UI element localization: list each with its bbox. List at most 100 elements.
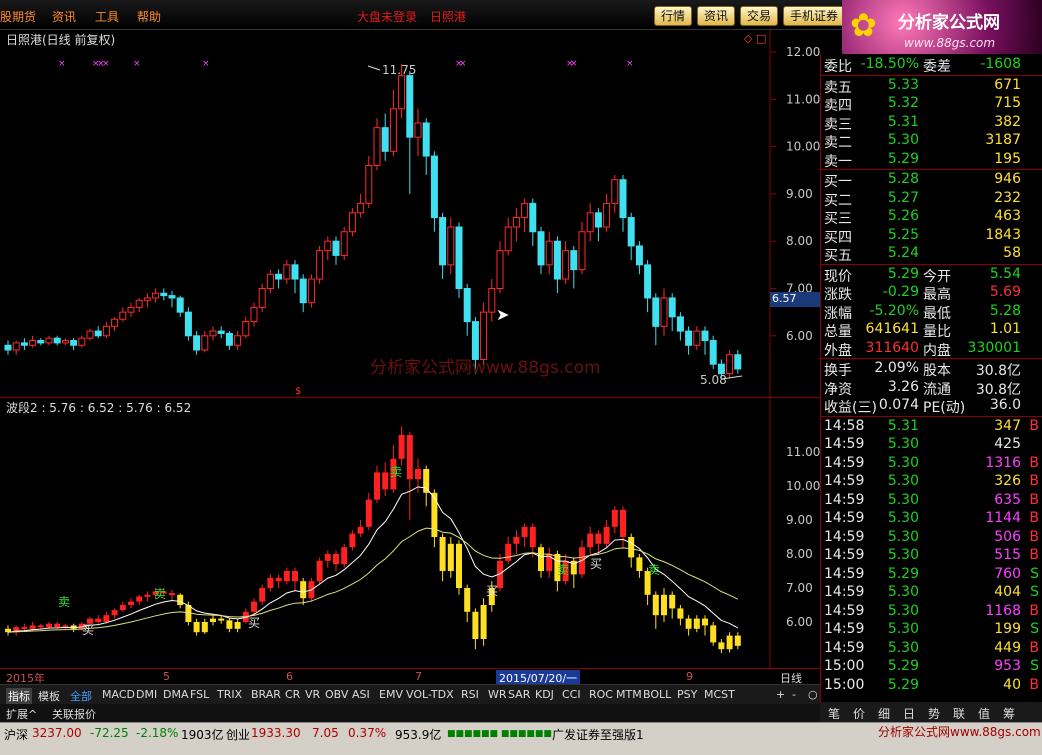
candlestick-chart[interactable]: 12.0011.0010.009.008.007.006.00× ××× × × ×× ×… <box>0 30 820 398</box>
band-bar <box>382 472 389 490</box>
tab-rsi[interactable]: RSI <box>461 688 479 701</box>
tab-fsl[interactable]: FSL <box>190 688 209 701</box>
tab-dmi[interactable]: DMI <box>136 688 157 701</box>
band-bar <box>415 469 421 480</box>
candle-body <box>234 335 242 346</box>
candle-body <box>258 288 266 308</box>
tab-mtm[interactable]: MTM <box>616 688 642 701</box>
band-bar <box>201 622 208 633</box>
tab-extend[interactable]: 扩展^ <box>6 706 37 722</box>
date-label: 7 <box>415 670 422 683</box>
quote-button[interactable]: 行情 <box>654 6 693 26</box>
label: 卖四 <box>824 98 852 114</box>
candle-body <box>488 288 496 313</box>
tab-related-quotes[interactable]: 关联报价 <box>52 706 96 722</box>
price-chart-pane[interactable]: 12.00 11.00 10.00 9.00 8.00 7.00 6.00 × × × × × × × × ×… <box>0 30 820 398</box>
tab-emv[interactable]: EMV <box>379 688 403 701</box>
tab-指标[interactable]: 指标 <box>6 688 32 704</box>
candle-body <box>463 288 471 323</box>
band-bar <box>505 543 512 561</box>
site-logo: ✿ 分析家公式网 www.88gs.com <box>842 0 1042 54</box>
candle-body <box>553 240 561 280</box>
band-bar <box>726 635 733 650</box>
tick-side: B <box>1029 676 1039 693</box>
tick-volume: 1168 <box>985 602 1021 619</box>
tab-psy[interactable]: PSY <box>677 688 697 701</box>
quote-tab-3[interactable]: 日 <box>903 705 915 722</box>
sh-index-value: 3237.00 <box>32 726 82 740</box>
indicator-pane[interactable]: 11.00 10.00 9.00 8.00 7.00 6.00 卖卖卖卖卖买买买买 波段2 … <box>0 398 820 668</box>
band-bar <box>669 594 676 609</box>
dollar-icon: $ <box>295 386 301 397</box>
tab-kdj[interactable]: KDJ <box>535 688 554 701</box>
menu-item-help[interactable]: 帮助 <box>137 8 161 25</box>
quote-tab-7[interactable]: 筹 <box>1003 705 1015 722</box>
label: 买二 <box>824 192 852 209</box>
candle-body <box>644 264 652 299</box>
tab-dma[interactable]: DMA <box>163 688 189 701</box>
tab-模板[interactable]: 模板 <box>38 688 60 704</box>
tab-vr[interactable]: VR <box>305 688 320 701</box>
quote-tab-0[interactable]: 笔 <box>828 705 840 722</box>
menu-item-tools[interactable]: 工具 <box>95 8 119 25</box>
tick-row: 15:00 5.29 40 B <box>821 677 1042 695</box>
mobile-button[interactable]: 手机证券 <box>783 6 846 26</box>
band-bar <box>529 526 536 548</box>
candle-body <box>570 250 578 271</box>
candle-body <box>422 122 430 157</box>
quote-tab-2[interactable]: 细 <box>878 705 890 722</box>
tab-asi[interactable]: ASI <box>352 688 370 701</box>
candle-body <box>594 212 602 228</box>
sh-index-amount: 1903亿 <box>181 728 224 742</box>
axis-tick-label: 6.00 <box>786 329 813 343</box>
candle-body <box>693 330 701 346</box>
quote-tab-1[interactable]: 价 <box>853 705 865 722</box>
label: 今开 <box>923 268 951 285</box>
sell-level-row: 卖五 5.33 671 <box>821 77 1042 96</box>
tab-roc[interactable]: ROC <box>589 688 613 701</box>
reset-button[interactable]: ○ <box>808 688 818 701</box>
indicator-chart[interactable]: 11.0010.009.008.007.006.00卖卖卖卖 卖买 买买买 <box>0 398 820 668</box>
tick-volume: 506 <box>994 528 1021 545</box>
tab-macd[interactable]: MACD <box>102 688 135 701</box>
value: 330001 <box>967 339 1021 356</box>
tab-mcst[interactable]: MCST <box>704 688 735 701</box>
candle-body <box>734 354 742 370</box>
signal-mark: × <box>102 59 110 69</box>
candle-body <box>586 212 594 233</box>
price: 5.28 <box>887 171 919 187</box>
quote-tab-5[interactable]: 联 <box>953 705 965 722</box>
quote-tab-6[interactable]: 值 <box>978 705 990 722</box>
trade-button[interactable]: 交易 <box>740 6 779 26</box>
tab-brar[interactable]: BRAR <box>251 688 281 701</box>
tab-cr[interactable]: CR <box>285 688 300 701</box>
tab-boll[interactable]: BOLL <box>643 688 671 701</box>
tab-vol-tdx[interactable]: VOL-TDX <box>406 688 454 701</box>
tick-time: 14:59 <box>824 528 865 545</box>
menu-item-news[interactable]: 资讯 <box>52 8 76 25</box>
tab-cci[interactable]: CCI <box>562 688 581 701</box>
price: 5.30 <box>887 132 919 148</box>
news-button[interactable]: 资讯 <box>697 6 736 26</box>
candle-body <box>307 278 315 304</box>
broker-name: 广发证券至强版1 <box>552 728 644 742</box>
value: 311640 <box>865 339 919 356</box>
zoom-out-button[interactable]: - <box>792 688 796 701</box>
label: 卖三 <box>824 116 852 133</box>
tab-obv[interactable]: OBV <box>325 688 348 701</box>
tab-trix[interactable]: TRIX <box>217 688 242 701</box>
zoom-in-button[interactable]: + <box>776 688 785 701</box>
band-bar <box>341 547 348 565</box>
tab-sar[interactable]: SAR <box>508 688 530 701</box>
tick-time: 14:58 <box>824 417 865 434</box>
quote-tab-4[interactable]: 势 <box>928 705 940 722</box>
tab-wr[interactable]: WR <box>488 688 507 701</box>
tick-side: S <box>1030 584 1039 600</box>
cy-index-label: 创业 <box>226 728 251 742</box>
candle-body <box>389 108 397 152</box>
tab-全部[interactable]: 全部 <box>70 688 92 704</box>
candle-body <box>332 240 340 256</box>
login-status[interactable]: 大盘未登录 <box>357 8 417 25</box>
band-bar <box>275 577 282 582</box>
menu-item-futures[interactable]: 股期货 <box>0 8 36 25</box>
